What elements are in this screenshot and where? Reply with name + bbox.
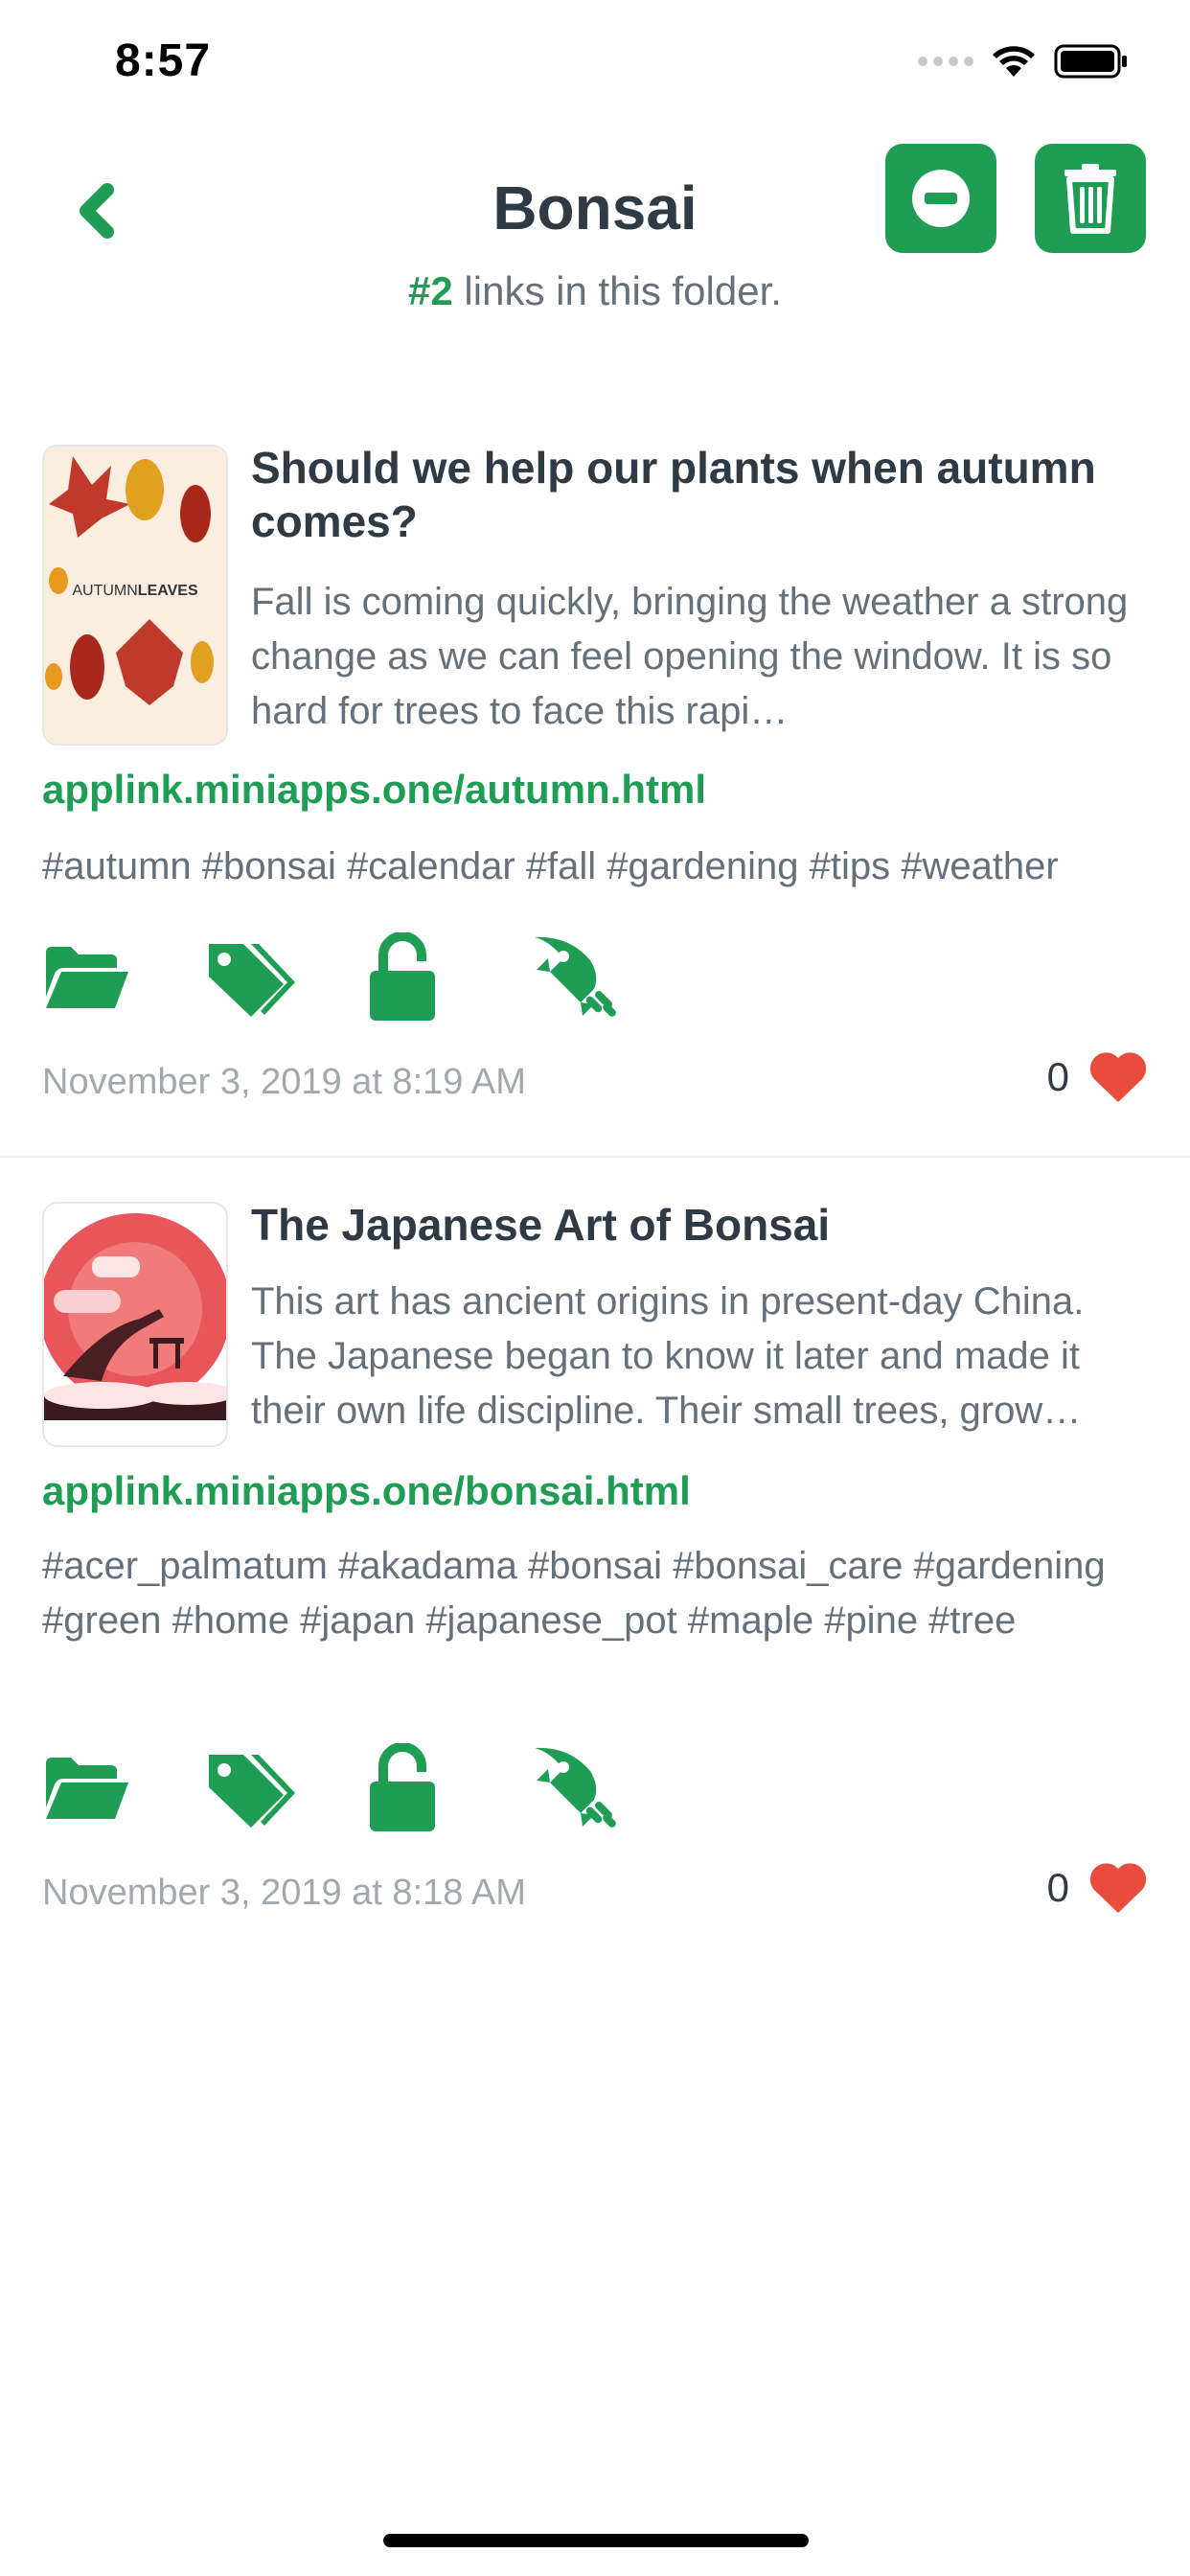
link-tags: #autumn #bonsai #calendar #fall #gardeni… bbox=[42, 845, 1059, 887]
move-folder-button[interactable] bbox=[42, 1740, 205, 1836]
link-date: November 3, 2019 at 8:18 AM bbox=[42, 1873, 526, 1913]
minus-circle-icon bbox=[912, 170, 970, 227]
link-url[interactable]: applink.miniapps.one/bonsai.html bbox=[42, 1468, 691, 1514]
link-count: #2 bbox=[408, 268, 453, 313]
heart-icon[interactable] bbox=[1088, 1861, 1148, 1915]
like-count: 0 bbox=[1046, 1054, 1069, 1099]
link-thumbnail bbox=[42, 1202, 228, 1447]
tags-icon bbox=[209, 944, 295, 1017]
link-actions bbox=[42, 1740, 694, 1836]
header: Bonsai #2 links in this folder. bbox=[0, 134, 1190, 364]
open-link-button[interactable] bbox=[531, 930, 694, 1025]
rocket-icon bbox=[535, 1747, 616, 1828]
toggle-lock-button[interactable] bbox=[368, 930, 531, 1025]
link-date: November 3, 2019 at 8:19 AM bbox=[42, 1062, 526, 1102]
tags-icon bbox=[209, 1755, 295, 1828]
home-indicator[interactable] bbox=[383, 2534, 809, 2547]
edit-tags-button[interactable] bbox=[205, 1740, 368, 1836]
edit-tags-button[interactable] bbox=[205, 930, 368, 1025]
like-control[interactable]: 0 bbox=[1047, 1050, 1148, 1104]
heart-icon[interactable] bbox=[1088, 1050, 1148, 1104]
unlock-icon bbox=[370, 1743, 435, 1831]
wifi-icon bbox=[993, 46, 1035, 77]
trash-icon bbox=[1064, 164, 1116, 234]
svg-text:AUTUMNLEAVES: AUTUMNLEAVES bbox=[72, 583, 198, 599]
autumn-leaves-image: AUTUMNLEAVES bbox=[44, 447, 226, 744]
link-description: Fall is coming quickly, bringing the wea… bbox=[251, 581, 1129, 732]
link-title: Should we help our plants when autumn co… bbox=[251, 443, 1096, 546]
link-url[interactable]: applink.miniapps.one/autumn.html bbox=[42, 767, 706, 813]
status-bar: 8:57 bbox=[0, 0, 1190, 134]
folder-open-icon bbox=[46, 1758, 128, 1819]
status-indicators bbox=[918, 44, 1129, 79]
move-folder-button[interactable] bbox=[42, 930, 205, 1025]
link-count-subtitle: #2 links in this folder. bbox=[0, 268, 1190, 314]
toggle-lock-button[interactable] bbox=[368, 1740, 531, 1836]
unlock-icon bbox=[370, 932, 435, 1021]
like-control[interactable]: 0 bbox=[1047, 1861, 1148, 1915]
remove-folder-button[interactable] bbox=[885, 144, 996, 253]
folder-open-icon bbox=[46, 947, 128, 1008]
link-thumbnail: AUTUMNLEAVES bbox=[42, 445, 228, 746]
battery-icon bbox=[1054, 44, 1127, 79]
delete-folder-button[interactable] bbox=[1035, 144, 1146, 253]
like-count: 0 bbox=[1046, 1865, 1069, 1910]
status-time: 8:57 bbox=[115, 35, 212, 86]
link-actions bbox=[42, 930, 694, 1025]
link-tags: #acer_palmatum #akadama #bonsai #bonsai_… bbox=[42, 1545, 1106, 1642]
page-title: Bonsai bbox=[492, 173, 698, 242]
card-divider bbox=[0, 1156, 1190, 1158]
open-link-button[interactable] bbox=[531, 1740, 694, 1836]
link-count-label: links in this folder. bbox=[452, 268, 782, 313]
cell-signal-icon bbox=[918, 57, 973, 66]
link-title: The Japanese Art of Bonsai bbox=[251, 1200, 831, 1250]
link-description: This art has ancient origins in present-… bbox=[251, 1280, 1085, 1432]
bonsai-image bbox=[44, 1204, 226, 1445]
rocket-icon bbox=[535, 936, 616, 1017]
